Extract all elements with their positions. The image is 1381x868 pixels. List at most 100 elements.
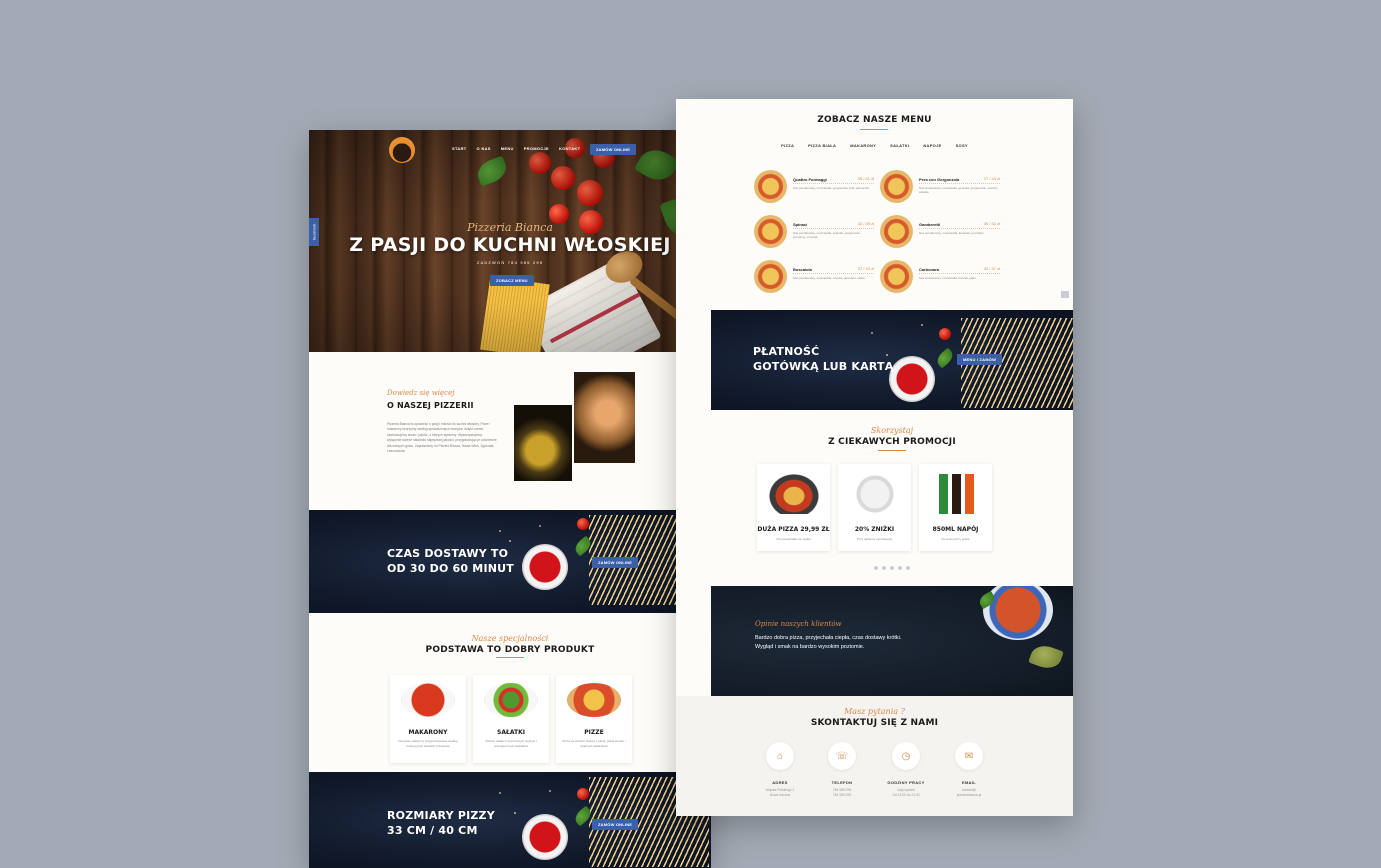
tab-sosy[interactable]: SOSY — [956, 143, 968, 148]
homepage-right-mockup: ZOBACZ NASZE MENU PIZZA PIZZA BIAŁA MAKA… — [676, 99, 1073, 816]
menu-item-desc: Sos pomidorowy, mozzarella, szpinak, gor… — [793, 231, 861, 240]
carousel-dot[interactable] — [882, 566, 886, 570]
order-online-button[interactable]: ZAMÓW ONLINE — [590, 144, 637, 155]
tab-makarony[interactable]: MAKARONY — [850, 143, 876, 148]
delivery-line-1: CZAS DOSTAWY TO — [387, 547, 509, 560]
contact-title: SKONTAKTUJ SIĘ Z NAMI — [810, 718, 939, 728]
promo-card-desc: Przy odbiorze zamówienia — [856, 537, 892, 541]
tab-napoje[interactable]: NAPOJE — [923, 143, 941, 148]
scroll-top-button[interactable] — [1061, 291, 1069, 298]
promo-script-title: Skorzystaj — [870, 426, 914, 435]
spice-speck — [499, 530, 501, 532]
pizzeria-logo[interactable] — [389, 137, 415, 163]
promo-card-discount[interactable]: 20% ZNIŻKI Przy odbiorze zamówienia — [838, 464, 911, 551]
drink-bottles-image — [930, 474, 981, 514]
menu-item-divider — [793, 273, 874, 274]
product-card-title: MAKARONY — [408, 729, 448, 736]
menu-item-name: Spinaci — [793, 222, 808, 227]
spice-speck — [509, 540, 511, 542]
bay-leaf-image — [1028, 641, 1064, 673]
product-card-desc: Świeże sałatki z sezonowych warzyw i aro… — [485, 739, 537, 748]
contact-hours: ◷ GODZINY PRACY Cały tydzień Od 12:00 do… — [876, 742, 936, 798]
payment-banner: PŁATNOŚĆ GOTÓWKĄ LUB KARTĄ MENU / ZAMÓW — [711, 310, 1073, 410]
delivery-order-button[interactable]: ZAMÓW ONLINE — [592, 557, 639, 568]
menu-order-button[interactable]: MENU / ZAMÓW — [957, 354, 1003, 365]
menu-item[interactable]: Boscaiola 37 / 43 zł Sos pomidorowy, moz… — [754, 260, 874, 294]
promo-card-drinks[interactable]: 850ML NAPÓJ Do dużej pizzy gratis — [919, 464, 992, 551]
contact-phone[interactable]: ☏ TELEFON 784 985 295 784 985 295 — [812, 742, 872, 798]
menu-item-desc: Sos pomidorowy, mozzarella, gorgonzola, … — [793, 186, 870, 190]
product-card-makarony[interactable]: MAKARONY Domowe makarony przygotowywane … — [390, 675, 466, 763]
menu-item[interactable]: Quattro Formaggi 35 / 41 zł Sos pomidoro… — [754, 170, 874, 204]
sizes-banner-title: ROZMIARY PIZZY 33 CM / 40 CM — [387, 808, 495, 838]
payment-line-1: PŁATNOŚĆ — [753, 345, 820, 358]
tab-pizza[interactable]: PIZZA — [781, 143, 794, 148]
nav-item-menu[interactable]: MENU — [501, 146, 514, 151]
delivery-time-banner: CZAS DOSTAWY TO OD 30 DO 60 MINUT ZAMÓW … — [309, 510, 711, 613]
menu-item-desc: Sos pomidorowy, mozzarella, szynka, piec… — [793, 276, 865, 280]
basil-leaf-image — [934, 347, 956, 369]
contact-label: TELEFON — [831, 780, 853, 785]
products-section: Nasze specjalności PODSTAWA TO DOBRY PRO… — [309, 613, 711, 772]
clock-icon: ◷ — [892, 742, 920, 770]
hero-phone[interactable]: ZADZWOŃ 784 985 295 — [309, 260, 711, 265]
menu-item[interactable]: Spinaci 32 / 39 zł Sos pomidorowy, mozza… — [754, 215, 874, 249]
pizza-thumbnail — [880, 170, 913, 203]
menu-item-name: Pera con Gorgonzola — [919, 177, 960, 182]
see-menu-button[interactable]: ZOBACZ MENU — [490, 275, 534, 286]
products-title: PODSTAWA TO DOBRY PRODUKT — [425, 645, 595, 655]
salad-dish-image — [484, 683, 538, 717]
menu-item-desc: Sos śmietanowy, mozzarella, gruszka, gor… — [919, 186, 998, 195]
promo-card-desc: Od poniedziałku do piątku — [776, 537, 811, 541]
promo-card-desc: Do dużej pizzy gratis — [941, 537, 970, 541]
contact-value-line[interactable]: 784 985 295 — [812, 793, 872, 798]
menu-item-divider — [919, 183, 1000, 184]
nav-item-promocje[interactable]: PROMOCJE — [524, 146, 549, 151]
product-card-desc: Domowe makarony przygotowywane według tr… — [398, 739, 458, 748]
menu-item[interactable]: Gamberetti 36 / 42 zł Sos pomidorowy, mo… — [880, 215, 1000, 249]
menu-item[interactable]: Pera con Gorgonzola 37 / 43 zł Sos śmiet… — [880, 170, 1000, 204]
product-card-pizze[interactable]: PIZZE Pizza na cienkim cieście z pieca, … — [556, 675, 632, 763]
contact-value: 784 985 295 784 985 295 — [812, 788, 872, 798]
contact-value: Cały tydzień Od 12:00 do 21:30 — [876, 788, 936, 798]
contact-value: Wojska Polskiego 2 Nowa Iwiczna — [750, 788, 810, 798]
tab-salatki[interactable]: SAŁATKI — [890, 143, 909, 148]
about-text: Pizzeria Bianca to opowieść o pasji i mi… — [387, 422, 497, 454]
promo-card-pizza[interactable]: DUŻA PIZZA 29,99 ZŁ Od poniedziałku do p… — [757, 464, 830, 551]
title-underline — [878, 450, 906, 451]
tab-pizza-biala[interactable]: PIZZA BIAŁA — [808, 143, 836, 148]
carousel-dot[interactable] — [874, 566, 878, 570]
hero-title: Z PASJI DO KUCHNI WŁOSKIEJ — [349, 234, 671, 256]
olive-oil-photo — [514, 405, 572, 481]
promo-card-title: 20% ZNIŻKI — [854, 526, 895, 533]
menu-item-price: 37 / 43 zł — [983, 176, 1000, 181]
sizes-line-1: ROZMIARY PIZZY — [387, 809, 495, 822]
carousel-dot[interactable] — [906, 566, 910, 570]
carousel-dot[interactable] — [898, 566, 902, 570]
contact-label: EMAIL — [962, 780, 976, 785]
menu-item-price: 32 / 39 zł — [857, 221, 874, 226]
carousel-dot[interactable] — [890, 566, 894, 570]
nav-item-o-nas[interactable]: O NAS — [477, 146, 491, 151]
promo-card-title: 850ML NAPÓJ — [932, 526, 979, 533]
sizes-order-button[interactable]: ZAMÓW ONLINE — [592, 819, 639, 830]
contact-value-line: Od 12:00 do 21:30 — [892, 793, 920, 797]
contact-email[interactable]: ✉ EMAIL kontakt@ pizzeriabianca.pl — [939, 742, 999, 798]
nav-item-kontakt[interactable]: KONTAKT — [559, 146, 580, 151]
pizza-dish-image — [567, 683, 621, 717]
spice-speck — [539, 525, 541, 527]
menu-item[interactable]: Carbonara 32 / 37 zł Sos śmietanowy, moz… — [880, 260, 1000, 294]
tomato-image — [577, 518, 589, 530]
title-underline — [860, 129, 888, 130]
testimonial-line-1: Bardzo dobra pizza, przyjechała ciepła, … — [755, 635, 902, 641]
product-card-salatki[interactable]: SAŁATKI Świeże sałatki z sezonowych warz… — [473, 675, 549, 763]
carousel-dots — [711, 566, 1073, 570]
contact-value-line[interactable]: pizzeriabianca.pl — [939, 793, 999, 798]
pasta-dish-image — [401, 683, 455, 717]
hero-section: START O NAS MENU PROMOCJE KONTAKT ZAMÓW … — [309, 130, 711, 352]
menu-tabs: PIZZA PIZZA BIAŁA MAKARONY SAŁATKI NAPOJ… — [676, 143, 1073, 148]
pizza-sizes-banner: ROZMIARY PIZZY 33 CM / 40 CM ZAMÓW ONLIN… — [309, 772, 711, 868]
spice-speck — [549, 790, 551, 792]
nav-item-start[interactable]: START — [452, 146, 467, 151]
main-nav: START O NAS MENU PROMOCJE KONTAKT — [452, 146, 580, 151]
